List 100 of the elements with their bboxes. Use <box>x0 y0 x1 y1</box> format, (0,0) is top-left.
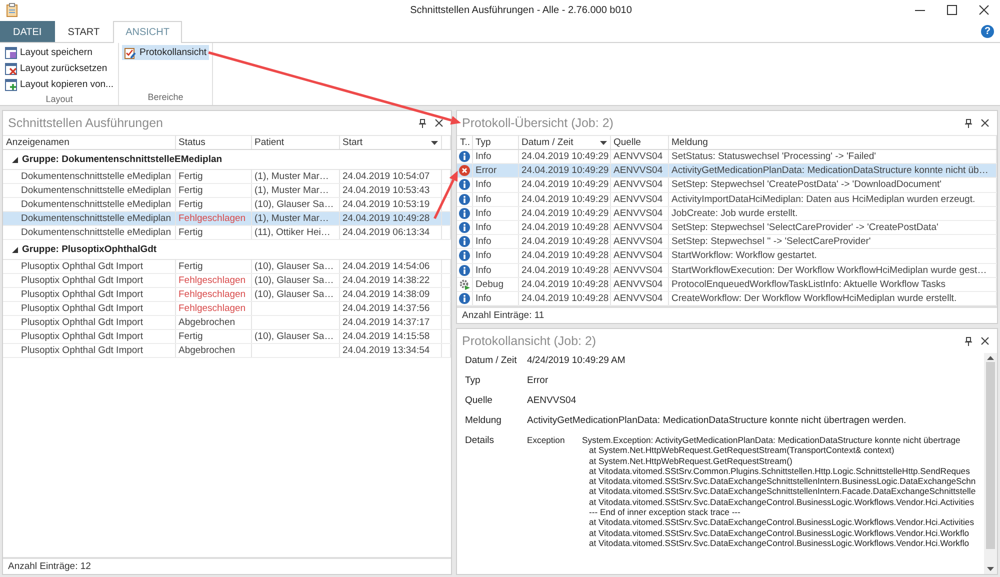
column-header[interactable]: Anzeigenamen <box>3 136 175 150</box>
table-row[interactable]: Dokumentenschnittstelle eMediplan Fehlgeschlagen (1), Muster Mar… 24.04.2019 10:49:28 <box>3 212 450 226</box>
expand-triangle-icon[interactable] <box>12 156 18 162</box>
table-cell: 24.04.2019 10:49:29 <box>518 206 610 220</box>
table-cell: Dokumentenschnittstelle eMediplan <box>3 184 175 198</box>
table-row[interactable]: Info 24.04.2019 10:49:28 AENVVS04 CreateWorkflow: Der Workflow WorkflowHciMediplan wurde erstellt. <box>457 291 996 306</box>
column-header[interactable]: Patient <box>251 136 339 150</box>
table-cell: Plusoptix Ophthal Gdt Import <box>3 344 175 358</box>
scrollbar[interactable] <box>984 353 997 574</box>
table-row[interactable]: Error 24.04.2019 10:49:29 AENVVS04 ActivityGetMedicationPlanData: MedicationDataStructure konnte nicht üb… <box>457 164 996 178</box>
table-row[interactable]: Dokumentenschnittstelle eMediplan Fertig (1), Muster Mar… 24.04.2019 10:53:43 <box>3 184 450 198</box>
table-cell: Fehlgeschlagen <box>175 212 251 226</box>
group-header[interactable]: Gruppe: PlusoptixOphthalGdt <box>22 244 157 255</box>
table-cell: StartWorkflowExecution: Der Workflow WorkflowHciMediplan wurde gest… <box>668 263 996 278</box>
table-cell: (1), Muster Mar… <box>251 184 339 198</box>
table-row[interactable]: Info 24.04.2019 10:49:28 AENVVS04 SetStep: Stepwechsel '' -> 'SelectCareProvider' <box>457 234 996 249</box>
table-row[interactable]: Info 24.04.2019 10:49:28 AENVVS04 StartWorkflow: Workflow gestartet. <box>457 248 996 263</box>
table-cell: 24.04.2019 14:38:09 <box>339 288 441 302</box>
pin-icon[interactable] <box>965 336 972 346</box>
scroll-down-icon[interactable] <box>987 567 994 571</box>
ribbon-button[interactable]: Layout speichern <box>3 45 116 60</box>
table-cell: Dokumentenschnittstelle eMediplan <box>3 212 175 226</box>
ribbon-tab[interactable]: DATEI <box>0 21 55 42</box>
sort-arrow-icon <box>430 140 438 144</box>
table-row[interactable]: Plusoptix Ophthal Gdt Import Abgebrochen 24.04.2019 14:37:17 <box>3 316 450 330</box>
table-row[interactable]: Plusoptix Ophthal Gdt Import Fertig (10), Glauser Sa… 24.04.2019 14:15:58 <box>3 330 450 344</box>
stack-trace-line: at Vitodata.vitomed.SStSrv.Svc.DataExchangeControl.BusinessLogic.Workflows.Vendor.Hci.Workflo <box>588 528 970 538</box>
ribbon-tab[interactable]: ANSICHT <box>112 21 182 43</box>
table-row[interactable]: Info 24.04.2019 10:49:28 AENVVS04 SetStep: Stepwechsel 'SelectCareProvider' -> 'CreatePostData' <box>457 220 996 235</box>
table-cell: Plusoptix Ophthal Gdt Import <box>3 274 175 288</box>
column-header[interactable]: Start <box>339 136 441 150</box>
table-cell: Dokumentenschnittstelle eMediplan <box>3 170 175 184</box>
expand-triangle-icon[interactable] <box>12 246 18 252</box>
table-row[interactable]: Plusoptix Ophthal Gdt Import Fehlgeschlagen (10), Glauser Sa… 24.04.2019 14:38:22 <box>3 274 450 288</box>
field-label: Quelle <box>465 395 494 406</box>
column-header[interactable]: Quelle <box>610 136 668 150</box>
field-value: ActivityGetMedicationPlanData: MedicationDataStructure konnte nicht übertragen werden. <box>527 415 908 426</box>
close-icon[interactable] <box>981 337 989 345</box>
stack-trace-line: at Vitodata.vitomed.SStSrv.Svc.DataExchangeSchnittstellenIntern.BusinessLogic.DataExchangeSchn <box>588 476 977 486</box>
column-header[interactable]: Typ <box>472 136 518 150</box>
table-cell: Info <box>472 220 518 235</box>
stack-trace-line: at Vitodata.vitomed.SStSrv.Svc.DataExchangeControl.BusinessLogic.Workflows.Vendor.Hci.Activities <box>588 517 975 528</box>
table-cell: 24.04.2019 10:49:28 <box>518 277 610 292</box>
table-cell: Fertig <box>175 260 251 274</box>
column-header[interactable]: Datum / Zeit <box>518 136 610 150</box>
stack-trace-line: at Vitodata.vitomed.SStSrv.Svc.DataExchangeControl.BusinessLogic.Workflows.Vendor.Hci.Activities <box>588 496 975 508</box>
ribbon-button[interactable]: Protokollansicht <box>122 45 209 60</box>
table-row[interactable]: Plusoptix Ophthal Gdt Import Fertig (10), Glauser Sa… 24.04.2019 14:54:06 <box>3 260 450 274</box>
table-cell: 24.04.2019 10:49:28 <box>339 212 441 226</box>
table-cell: AENVVS04 <box>610 248 668 263</box>
table-row[interactable]: Plusoptix Ophthal Gdt Import Fehlgeschlagen (10), Glauser Sa… 24.04.2019 14:38:09 <box>3 288 450 302</box>
table-cell: AENVVS04 <box>610 220 668 235</box>
ribbon-button[interactable]: Layout zurücksetzen <box>3 61 116 76</box>
help-icon[interactable]: ? <box>981 25 994 38</box>
table-cell: 24.04.2019 10:49:28 <box>518 263 610 278</box>
table-cell: 24.04.2019 10:49:29 <box>518 178 610 192</box>
field-value: AENVVS04 <box>527 395 578 406</box>
table-row[interactable]: Plusoptix Ophthal Gdt Import Abgebrochen 24.04.2019 13:34:54 <box>3 344 450 358</box>
table-row[interactable]: Dokumentenschnittstelle eMediplan Fertig (11), Ottiker Hei… 24.04.2019 06:13:34 <box>3 226 450 240</box>
status-bar: Anzahl Einträge: 12 <box>3 557 451 574</box>
table-cell: (1), Muster Mar… <box>251 170 339 184</box>
table-row[interactable]: Plusoptix Ophthal Gdt Import Fehlgeschlagen 24.04.2019 14:37:56 <box>3 302 450 316</box>
table-cell: ActivityImportDataHciMediplan: Daten aus HciMediplan wurden erzeugt. <box>668 192 996 206</box>
column-header[interactable]: Meldung <box>668 136 996 150</box>
error-icon <box>458 165 470 176</box>
close-icon[interactable] <box>435 119 443 127</box>
info-icon <box>458 151 470 162</box>
table-cell: JobCreate: Job wurde erstellt. <box>668 206 996 220</box>
table-row[interactable]: Info 24.04.2019 10:49:28 AENVVS04 StartWorkflowExecution: Der Workflow WorkflowHciMediplan wurde gest… <box>457 263 996 278</box>
pin-icon[interactable] <box>965 118 972 128</box>
pin-icon[interactable] <box>419 118 426 128</box>
field-label: Meldung <box>465 415 502 426</box>
column-header[interactable]: Status <box>175 136 251 150</box>
table-cell: StartWorkflow: Workflow gestartet. <box>668 248 996 263</box>
table-row[interactable]: Debug 24.04.2019 10:49:28 AENVVS04 ProtocolEnqueuedWorkflowTaskListInfo: Aktuelle Workflow Tasks <box>457 277 996 292</box>
group-label: Layout <box>44 93 74 106</box>
table-cell: Info <box>472 192 518 206</box>
table-cell: (10), Glauser Sa… <box>251 274 339 288</box>
maximize-icon <box>947 5 957 15</box>
table-cell: 24.04.2019 10:49:28 <box>518 220 610 235</box>
table-cell: AENVVS04 <box>610 291 668 306</box>
annotation-arrow <box>434 170 458 220</box>
close-icon[interactable] <box>981 119 989 127</box>
column-header[interactable]: T.. <box>457 136 472 150</box>
table-cell: CreateWorkflow: Der Workflow WorkflowHciMediplan wurde erstellt. <box>668 291 996 306</box>
table-cell: Abgebrochen <box>175 316 251 330</box>
table-row[interactable]: Info 24.04.2019 10:49:29 AENVVS04 ActivityImportDataHciMediplan: Daten aus HciMediplan wurden erzeugt. <box>457 192 996 206</box>
group-header[interactable]: Gruppe: DokumentenschnittstelleEMediplan <box>22 154 222 165</box>
table-cell: 24.04.2019 10:54:07 <box>339 170 441 184</box>
table-row[interactable]: Dokumentenschnittstelle eMediplan Fertig (1), Muster Mar… 24.04.2019 10:54:07 <box>3 170 450 184</box>
scroll-up-icon[interactable] <box>987 356 994 360</box>
table-row[interactable]: Info 24.04.2019 10:49:29 AENVVS04 JobCreate: Job wurde erstellt. <box>457 206 996 220</box>
table-row[interactable]: Info 24.04.2019 10:49:29 AENVVS04 SetStep: Stepwechsel 'CreatePostData' -> 'DownloadDocument' <box>457 178 996 192</box>
ribbon-button[interactable]: Layout kopieren von... <box>3 77 116 92</box>
clipboard-check-icon <box>124 46 136 58</box>
ribbon-tab[interactable]: START <box>54 21 113 42</box>
table-cell: 24.04.2019 10:49:29 <box>518 192 610 206</box>
table-cell: 24.04.2019 10:49:28 <box>518 291 610 306</box>
table-cell: Fehlgeschlagen <box>175 274 251 288</box>
panel-title: Schnittstellen Ausführungen <box>8 116 164 130</box>
